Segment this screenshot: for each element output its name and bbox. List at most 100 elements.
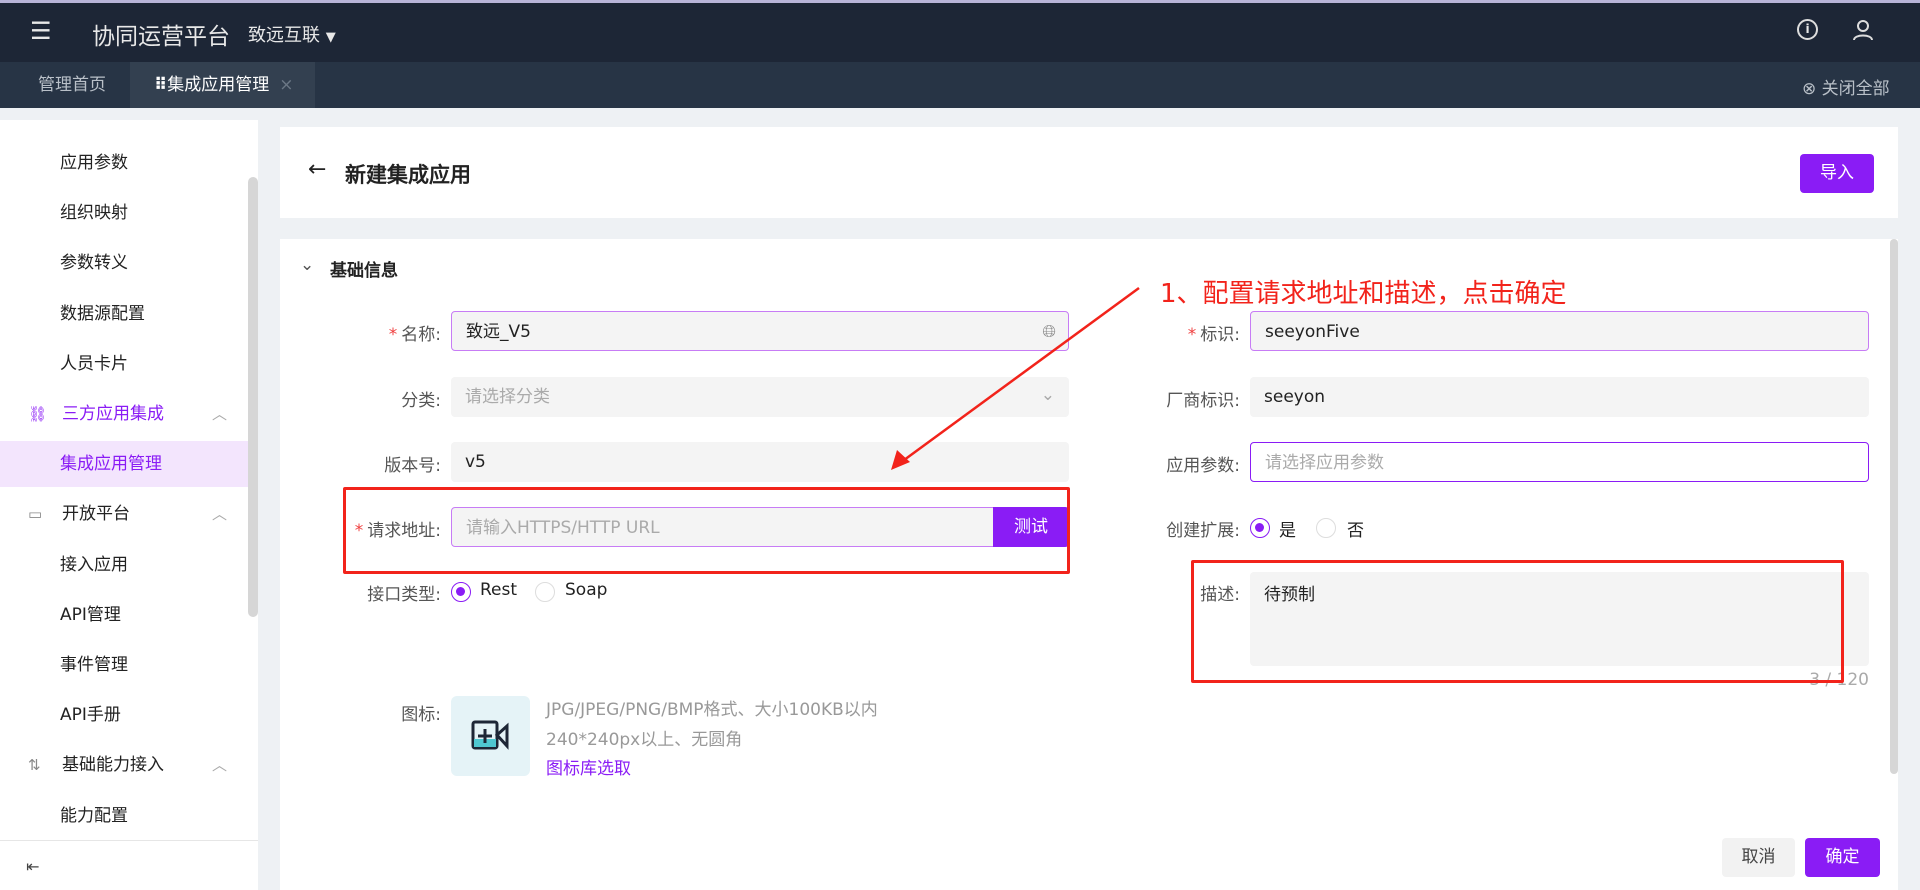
app-params-label: 应用参数: (1166, 456, 1240, 476)
tab-bar: 管理首页 ⠿集成应用管理 × ⊗ 关闭全部 (0, 62, 1920, 108)
identifier-input[interactable]: seeyonFive (1250, 311, 1869, 351)
identifier-label: * 标识: (1187, 325, 1240, 345)
icon-hint-size: 240*240px以上、无圆角 (546, 730, 743, 750)
app-title: 协同运营平台 (92, 24, 230, 50)
sidebar-item[interactable]: 集成应用管理 (0, 441, 248, 488)
sidebar-scrollbar[interactable] (248, 177, 258, 617)
sidebar-item-label: 开放平台 (62, 504, 130, 525)
sidebar-item[interactable]: API手册 (0, 692, 248, 738)
sidebar-item-label: 事件管理 (60, 655, 128, 675)
sidebar-item[interactable]: 应用参数 (0, 140, 248, 186)
annotation-highlight-url (343, 487, 1070, 574)
radio-yes[interactable] (1250, 518, 1270, 538)
version-label: 版本号: (384, 456, 441, 476)
sidebar-item[interactable]: API管理 (0, 592, 248, 638)
tab-home[interactable]: 管理首页 (28, 62, 116, 108)
app-params-select[interactable]: 请选择应用参数 (1250, 442, 1869, 482)
sidebar-item-label: 三方应用集成 (62, 404, 164, 424)
chevron-up-icon[interactable]: ︿ (212, 491, 227, 537)
slider-icon: ⇅ (28, 756, 41, 775)
sidebar-item[interactable]: 能力配置 (0, 793, 248, 839)
back-arrow-icon[interactable]: ← (308, 157, 326, 182)
interface-type-label: 接口类型: (367, 585, 441, 605)
radio-rest-label: Rest (480, 580, 518, 600)
chevron-down-icon: ⌄ (1040, 385, 1055, 405)
icon-upload[interactable] (451, 696, 530, 776)
vendor-label: 厂商标识: (1166, 391, 1240, 411)
sidebar-item-label: 基础能力接入 (62, 755, 164, 776)
sidebar-item-label: 人员卡片 (60, 353, 128, 374)
drag-dots-icon: ⠿ (154, 75, 168, 95)
tab-label: 管理首页 (38, 75, 106, 95)
sidebar-group[interactable]: ▭ ︿ 开放平台 (0, 491, 248, 537)
sidebar-item-label: 组织映射 (60, 203, 128, 224)
app-params-placeholder: 请选择应用参数 (1265, 453, 1384, 473)
divider (0, 840, 258, 841)
radio-rest[interactable] (451, 582, 471, 602)
page-title: 新建集成应用 (345, 163, 471, 187)
info-icon[interactable]: i (1797, 19, 1818, 40)
cancel-button[interactable]: 取消 (1722, 838, 1795, 877)
vendor-input[interactable]: seeyon (1250, 377, 1869, 417)
menu-icon[interactable]: ☰ (30, 17, 52, 45)
sidebar-item[interactable]: 接入应用 (0, 542, 248, 588)
close-circle-icon: ⊗ (1802, 79, 1817, 99)
tab-integration-app-management[interactable]: ⠿集成应用管理 × (130, 62, 315, 108)
sidebar-item[interactable]: 参数转义 (0, 240, 248, 286)
section-chevron-icon[interactable]: ⌄ (300, 255, 314, 275)
sidebar-item-label: 能力配置 (60, 805, 128, 826)
sidebar-item[interactable]: 数据源配置 (0, 291, 248, 337)
sidebar-group[interactable]: ⛓ ︿ 三方应用集成 (0, 391, 248, 437)
chevron-up-icon[interactable]: ︿ (212, 742, 227, 788)
radio-soap-label: Soap (565, 580, 608, 600)
sidebar-item-label: API手册 (60, 705, 121, 726)
radio-no-label: 否 (1347, 521, 1364, 541)
org-switcher[interactable]: 致远互联 ▼ (248, 21, 336, 47)
icon-hint-format: JPG/JPEG/PNG/BMP格式、大小100KB以内 (546, 700, 878, 720)
sidebar-item[interactable]: 人员卡片 (0, 341, 248, 387)
confirm-button[interactable]: 确定 (1805, 838, 1880, 877)
name-label: * 名称: (388, 325, 441, 345)
sidebar-item-label: 数据源配置 (60, 303, 145, 324)
close-all-label: 关闭全部 (1821, 79, 1890, 99)
name-value: 致远_V5 (466, 322, 531, 342)
annotation-highlight-description (1191, 560, 1844, 683)
radio-soap[interactable] (535, 582, 555, 602)
sidebar-item-label: API管理 (60, 604, 121, 625)
sidebar-item-label: 参数转义 (60, 253, 128, 274)
sidebar-item-label: 接入应用 (60, 554, 128, 575)
category-select[interactable]: 请选择分类 ⌄ (451, 377, 1069, 417)
globe-icon[interactable]: 🌐︎ (1042, 312, 1056, 352)
sidebar-item-label: 集成应用管理 (60, 454, 162, 475)
page-header: ← 新建集成应用 导入 (280, 127, 1898, 218)
sidebar-item[interactable]: 组织映射 (0, 190, 248, 236)
close-tab-icon[interactable]: × (279, 75, 293, 95)
name-input[interactable]: 致远_V5 🌐︎ (451, 311, 1069, 351)
close-all-button[interactable]: ⊗ 关闭全部 (1802, 74, 1890, 99)
category-placeholder: 请选择分类 (465, 387, 550, 407)
sidebar: 应用参数组织映射参数转义数据源配置人员卡片 ⛓ ︿ 三方应用集成 集成应用管理 ▭ ︿ 开放平… (0, 120, 258, 890)
radio-yes-label: 是 (1279, 521, 1296, 541)
user-icon[interactable] (1852, 19, 1874, 41)
org-name: 致远互联 (248, 25, 320, 46)
chevron-up-icon[interactable]: ︿ (212, 391, 227, 437)
version-input[interactable]: v5 (451, 442, 1069, 482)
create-ext-label: 创建扩展: (1166, 521, 1240, 541)
icon-library-link[interactable]: 图标库选取 (546, 754, 631, 779)
import-button[interactable]: 导入 (1800, 154, 1874, 193)
icon-label: 图标: (401, 705, 441, 725)
top-bar: ☰ 协同运营平台 致远互联 ▼ i (0, 3, 1920, 62)
sidebar-item[interactable]: 事件管理 (0, 642, 248, 688)
collapse-sidebar-icon[interactable]: ⇤ (26, 857, 39, 876)
flow-icon: ⛓ (28, 405, 48, 423)
section-title: 基础信息 (330, 261, 398, 281)
radio-no[interactable] (1316, 518, 1336, 538)
video-add-icon (471, 720, 509, 750)
category-label: 分类: (401, 391, 441, 411)
caret-down-icon: ▼ (325, 30, 336, 45)
form-scrollbar[interactable] (1890, 239, 1898, 774)
tab-label: 集成应用管理 (167, 75, 270, 95)
sidebar-group[interactable]: ⇅ ︿ 基础能力接入 (0, 742, 248, 788)
monitor-icon: ▭ (28, 505, 43, 524)
annotation-text: 1、配置请求地址和描述，点击确定 (1160, 279, 1567, 309)
